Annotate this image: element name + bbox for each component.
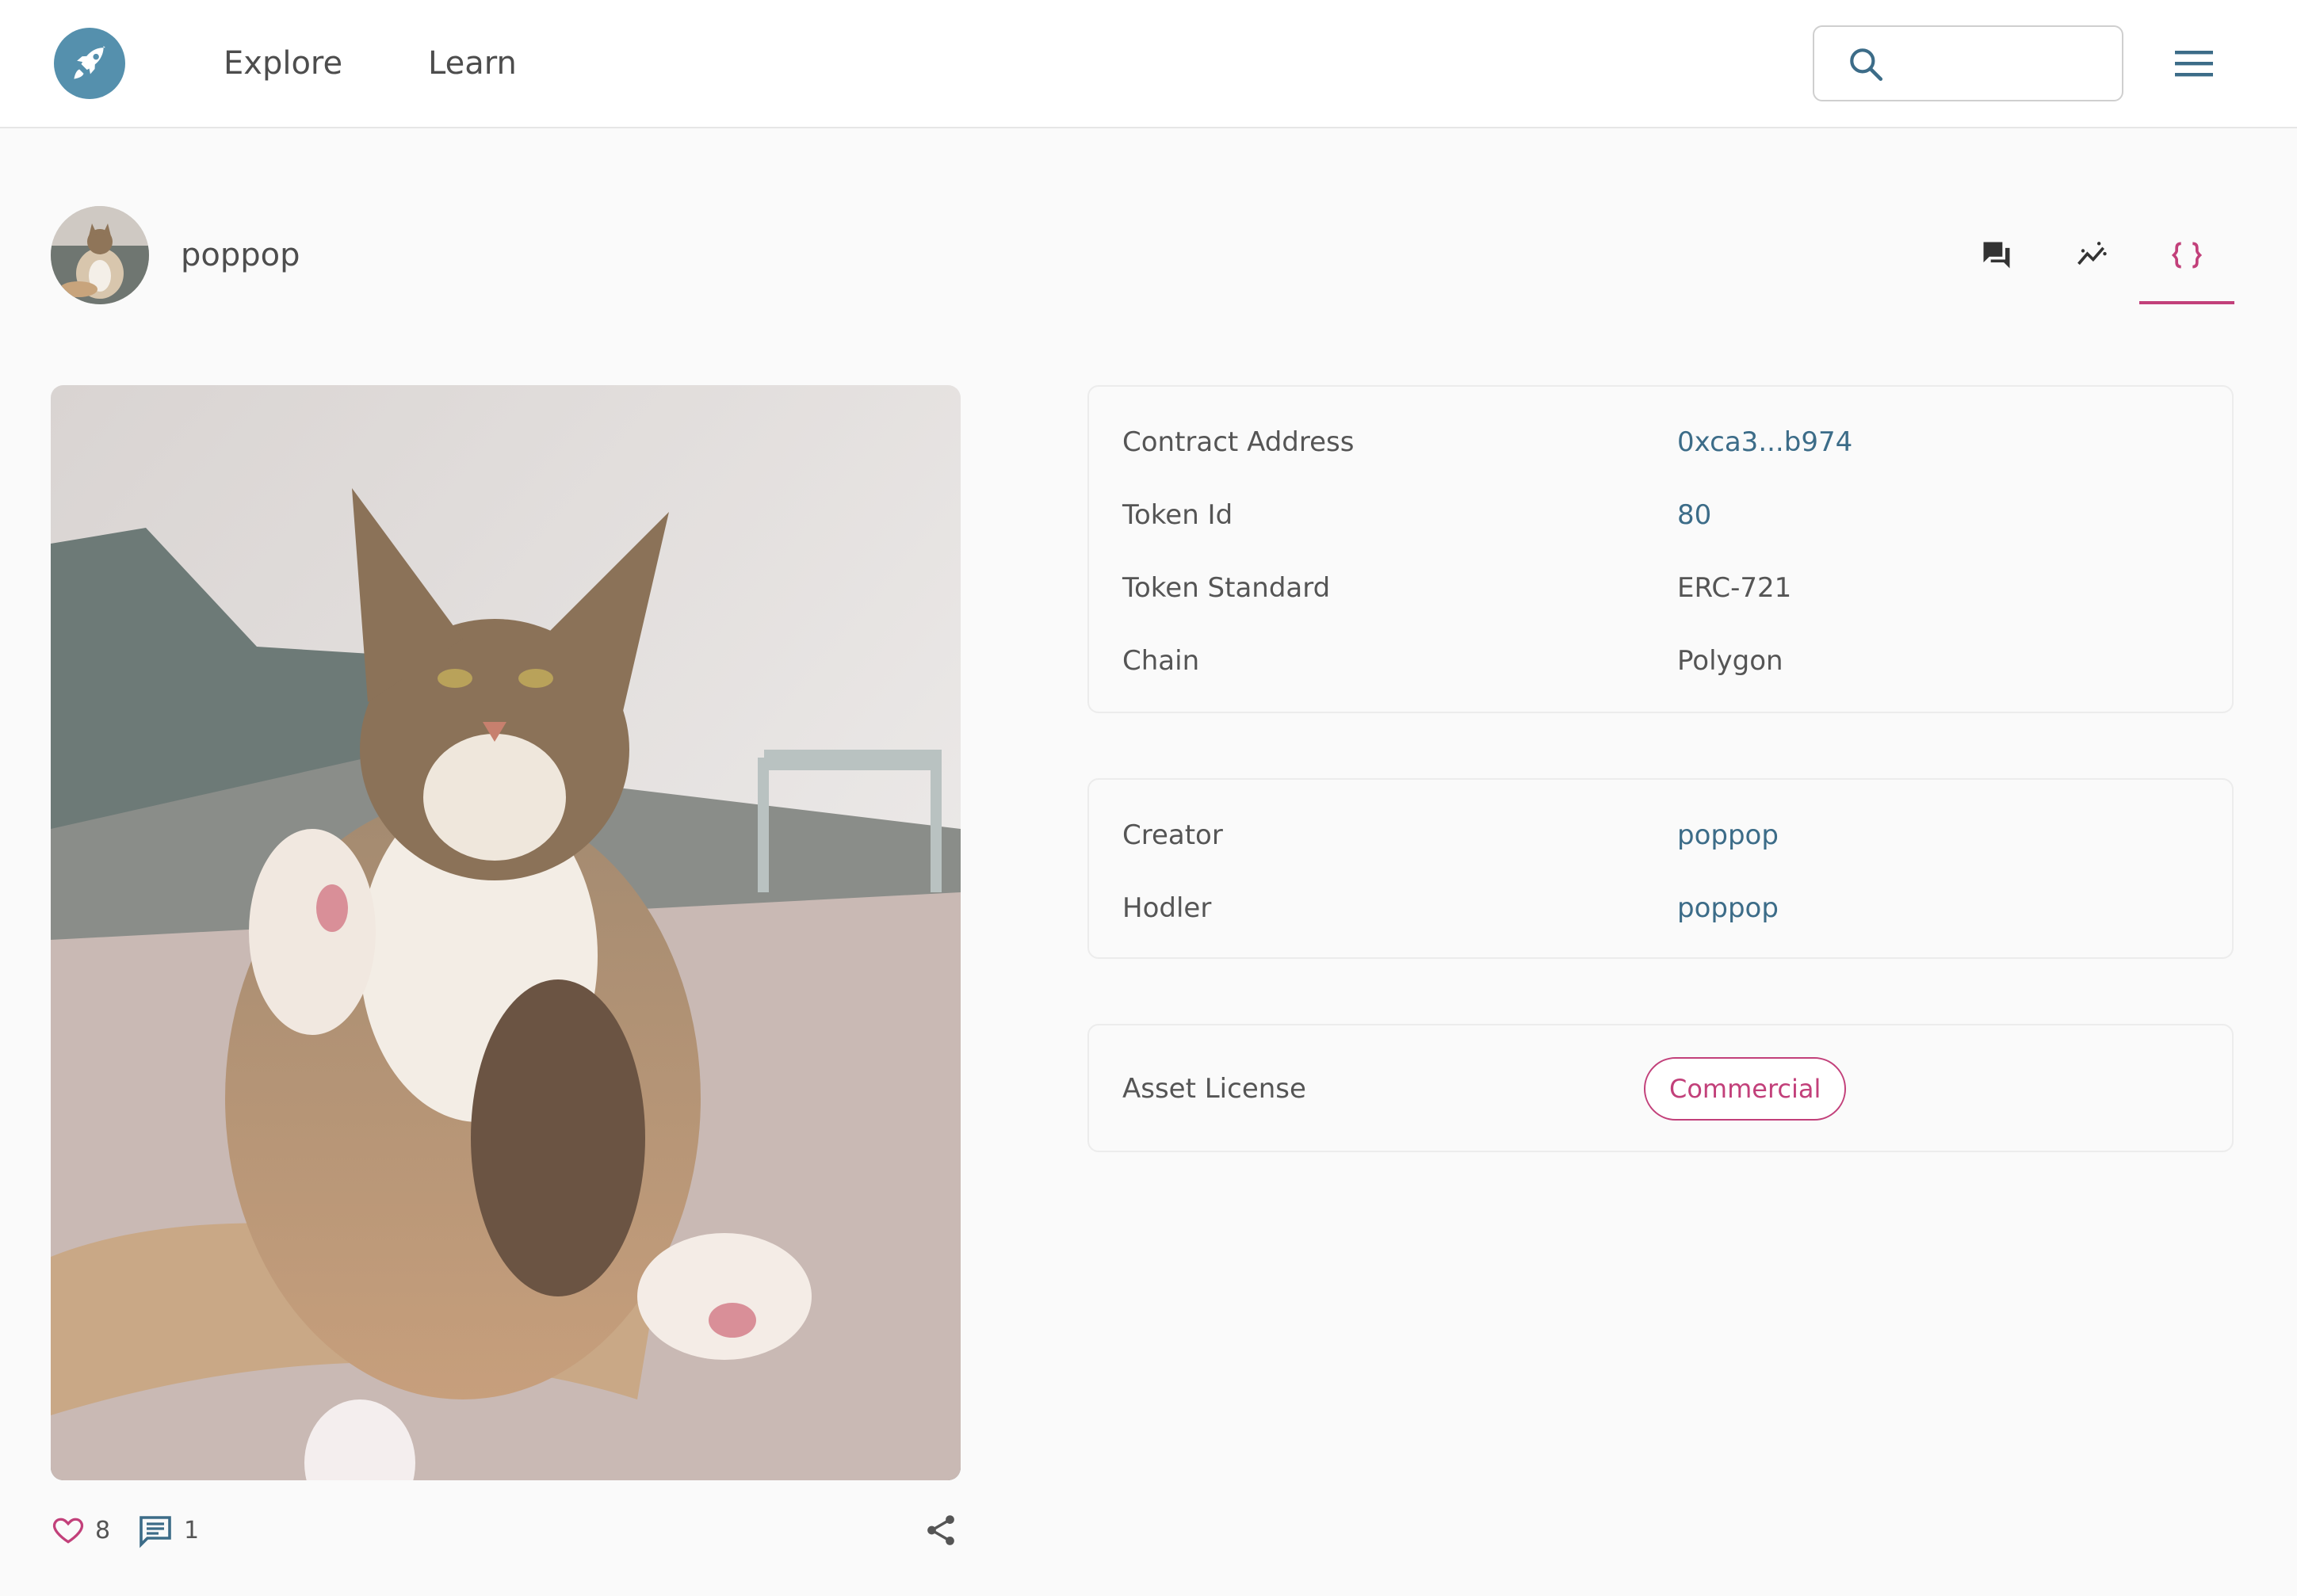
nav-learn-link[interactable]: Learn [428, 41, 517, 86]
code-braces-icon [2171, 242, 2203, 269]
hamburger-menu-icon[interactable] [2175, 48, 2213, 79]
creator-link[interactable]: poppop [1677, 811, 1779, 859]
hodler-label: Hodler [1122, 892, 1212, 924]
owner-avatar[interactable] [51, 206, 149, 304]
search-input[interactable] [1900, 38, 2114, 90]
token-id-link[interactable]: 80 [1677, 491, 1711, 539]
contract-address-link[interactable]: 0xca3...b974 [1677, 418, 1852, 466]
nft-artwork-image[interactable] [51, 385, 961, 1480]
contract-address-label: Contract Address [1122, 426, 1355, 458]
comment-button[interactable]: 1 [136, 1510, 199, 1550]
search-icon [1850, 48, 1883, 82]
token-id-label: Token Id [1122, 499, 1233, 531]
hodler-link[interactable]: poppop [1677, 884, 1779, 932]
like-count: 8 [95, 1516, 111, 1544]
chain-row: Chain Polygon [1122, 637, 2200, 685]
owner-name[interactable]: poppop [181, 231, 300, 279]
tab-comments[interactable] [1949, 222, 2044, 301]
cat-avatar-image [51, 206, 149, 304]
rocket-icon [74, 45, 105, 79]
logo[interactable] [54, 28, 125, 99]
nav-explore-link[interactable]: Explore [224, 41, 342, 86]
token-standard-label: Token Standard [1122, 572, 1331, 604]
share-icon[interactable] [923, 1512, 959, 1548]
license-badge[interactable]: Commercial [1644, 1057, 1847, 1121]
activity-chart-icon [2077, 242, 2107, 265]
comments-icon [1983, 242, 2010, 269]
top-navigation-bar: Explore Learn [0, 0, 2297, 128]
comment-count: 1 [184, 1516, 200, 1544]
tab-activity[interactable] [2044, 222, 2139, 301]
tab-details[interactable] [2139, 222, 2234, 304]
hodler-row: Hodler poppop [1122, 884, 2200, 932]
contract-address-row: Contract Address 0xca3...b974 [1122, 418, 2200, 466]
search-box[interactable] [1813, 25, 2123, 101]
token-standard-value: ERC-721 [1677, 572, 1792, 604]
contract-details-card: Contract Address 0xca3...b974 Token Id 8… [1087, 385, 2234, 713]
ownership-card: Creator poppop Hodler poppop [1087, 778, 2234, 959]
comment-icon [140, 1516, 171, 1548]
creator-row: Creator poppop [1122, 811, 2200, 859]
cat-artwork-illustration [51, 385, 961, 1480]
token-id-row: Token Id 80 [1122, 491, 2200, 539]
creator-label: Creator [1122, 819, 1223, 851]
asset-license-label: Asset License [1122, 1073, 1306, 1105]
like-button[interactable]: 8 [51, 1510, 110, 1550]
token-standard-row: Token Standard ERC-721 [1122, 564, 2200, 612]
heart-icon [52, 1518, 84, 1544]
chain-value: Polygon [1677, 645, 1783, 677]
chain-label: Chain [1122, 645, 1200, 677]
license-card: Asset License Commercial [1087, 1024, 2234, 1152]
